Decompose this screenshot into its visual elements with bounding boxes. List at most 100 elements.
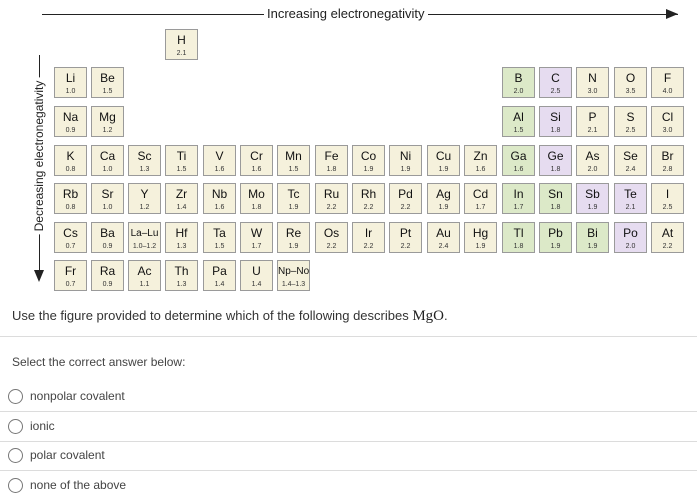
electronegativity-value: 0.9 — [102, 281, 113, 288]
option-label[interactable]: nonpolar covalent — [30, 389, 125, 403]
element-cell-pd: Pd 2.2 — [389, 183, 422, 214]
element-cell-au: Au 2.4 — [427, 222, 460, 253]
electronegativity-value: 2.5 — [662, 204, 673, 211]
element-symbol: Re — [285, 226, 302, 240]
electronegativity-value: 2.0 — [625, 243, 636, 250]
electronegativity-value: 1.8 — [251, 204, 262, 211]
element-cell-ac: Ac 1.1 — [128, 260, 161, 291]
element-cell-i: I 2.5 — [651, 183, 684, 214]
element-symbol: Mn — [285, 149, 302, 163]
element-cell-cl: Cl 3.0 — [651, 106, 684, 137]
element-symbol: Al — [513, 110, 524, 124]
electronegativity-value: 1.8 — [513, 243, 524, 250]
question-formula: MgO — [412, 308, 444, 324]
electronegativity-value: 1.7 — [475, 204, 486, 211]
electronegativity-value: 2.2 — [326, 243, 337, 250]
element-cell-rh: Rh 2.2 — [352, 183, 385, 214]
element-cell-zn: Zn 1.6 — [464, 145, 497, 176]
question-prefix: Use the figure provided to determine whi… — [12, 308, 413, 323]
element-symbol: O — [625, 71, 636, 85]
radio-button[interactable] — [8, 389, 23, 404]
element-symbol: Sr — [101, 187, 114, 201]
element-symbol: Pb — [548, 226, 563, 240]
option-label[interactable]: none of the above — [30, 478, 126, 492]
electronegativity-value: 0.9 — [102, 243, 113, 250]
element-symbol: Sb — [585, 187, 600, 201]
element-symbol: Os — [323, 226, 340, 240]
electronegativity-value: 1.5 — [102, 88, 113, 95]
answer-option-nonpolar-covalent[interactable]: nonpolar covalent — [0, 382, 697, 411]
element-symbol: N — [588, 71, 597, 85]
electronegativity-value: 1.0–1.2 — [132, 243, 157, 250]
electronegativity-value: 2.5 — [625, 127, 636, 134]
element-cell-fe: Fe 1.8 — [315, 145, 348, 176]
element-symbol: F — [663, 71, 672, 85]
element-cell-ta: Ta 1.5 — [203, 222, 236, 253]
electronegativity-value: 1.9 — [288, 243, 299, 250]
element-cell-al: Al 1.5 — [502, 106, 535, 137]
element-symbol: Ir — [364, 226, 373, 240]
radio-button[interactable] — [8, 419, 23, 434]
electronegativity-value: 3.0 — [662, 127, 673, 134]
element-symbol: Fr — [64, 264, 77, 278]
electronegativity-value: 1.5 — [513, 127, 524, 134]
element-cell-sr: Sr 1.0 — [91, 183, 124, 214]
element-symbol: Rh — [360, 187, 377, 201]
element-cell-cr: Cr 1.6 — [240, 145, 273, 176]
element-symbol: Zr — [175, 187, 188, 201]
electronegativity-value: 1.1 — [139, 281, 150, 288]
element-cell-re: Re 1.9 — [277, 222, 310, 253]
electronegativity-value: 2.2 — [400, 243, 411, 250]
element-cell-se: Se 2.4 — [614, 145, 647, 176]
element-symbol: P — [588, 110, 597, 124]
electronegativity-value: 1.6 — [214, 166, 225, 173]
element-cell-hg: Hg 1.9 — [464, 222, 497, 253]
element-cell-ra: Ra 0.9 — [91, 260, 124, 291]
element-cell-pa: Pa 1.4 — [203, 260, 236, 291]
option-label[interactable]: polar covalent — [30, 448, 105, 462]
element-symbol: Se — [623, 149, 638, 163]
element-cell-u: U 1.4 — [240, 260, 273, 291]
element-cell-b: B 2.0 — [502, 67, 535, 98]
element-symbol: Np–No — [278, 266, 310, 277]
element-cell-mo: Mo 1.8 — [240, 183, 273, 214]
element-cell-sn: Sn 1.8 — [539, 183, 572, 214]
element-cell-n: N 3.0 — [576, 67, 609, 98]
option-label[interactable]: ionic — [30, 419, 55, 433]
answer-option-ionic[interactable]: ionic — [0, 412, 697, 441]
answer-option-polar-covalent[interactable]: polar covalent — [0, 441, 697, 470]
element-symbol: Zn — [473, 149, 488, 163]
element-symbol: V — [215, 149, 224, 163]
element-cell-te: Te 2.1 — [614, 183, 647, 214]
element-symbol: Ca — [99, 149, 116, 163]
electronegativity-value: 1.9 — [475, 243, 486, 250]
element-cell-np-no: Np–No 1.4–1.3 — [277, 260, 310, 291]
electronegativity-value: 1.9 — [363, 166, 374, 173]
element-cell-tc: Tc 1.9 — [277, 183, 310, 214]
electronegativity-value: 1.6 — [513, 166, 524, 173]
electronegativity-value: 1.3 — [176, 243, 187, 250]
electronegativity-value: 1.4 — [214, 281, 225, 288]
element-cell-nb: Nb 1.6 — [203, 183, 236, 214]
element-cell-hf: Hf 1.3 — [165, 222, 198, 253]
element-symbol: H — [177, 33, 186, 47]
element-symbol: Au — [436, 226, 451, 240]
element-symbol: Cr — [250, 149, 263, 163]
element-symbol: S — [626, 110, 635, 124]
element-cell-cd: Cd 1.7 — [464, 183, 497, 214]
element-symbol: Sc — [137, 149, 152, 163]
element-cell-h: H 2.1 — [165, 29, 198, 60]
element-symbol: Hg — [472, 226, 489, 240]
element-cell-c: C 2.5 — [539, 67, 572, 98]
radio-button[interactable] — [8, 478, 23, 493]
electronegativity-value: 2.0 — [587, 166, 598, 173]
radio-button[interactable] — [8, 448, 23, 463]
element-cell-th: Th 1.3 — [165, 260, 198, 291]
select-label: Select the correct answer below: — [12, 355, 186, 369]
answer-option-none-of-the-above[interactable]: none of the above — [0, 471, 697, 500]
element-cell-p: P 2.1 — [576, 106, 609, 137]
element-cell-o: O 3.5 — [614, 67, 647, 98]
electronegativity-value: 1.7 — [251, 243, 262, 250]
element-cell-pt: Pt 2.2 — [389, 222, 422, 253]
electronegativity-value: 3.5 — [625, 88, 636, 95]
